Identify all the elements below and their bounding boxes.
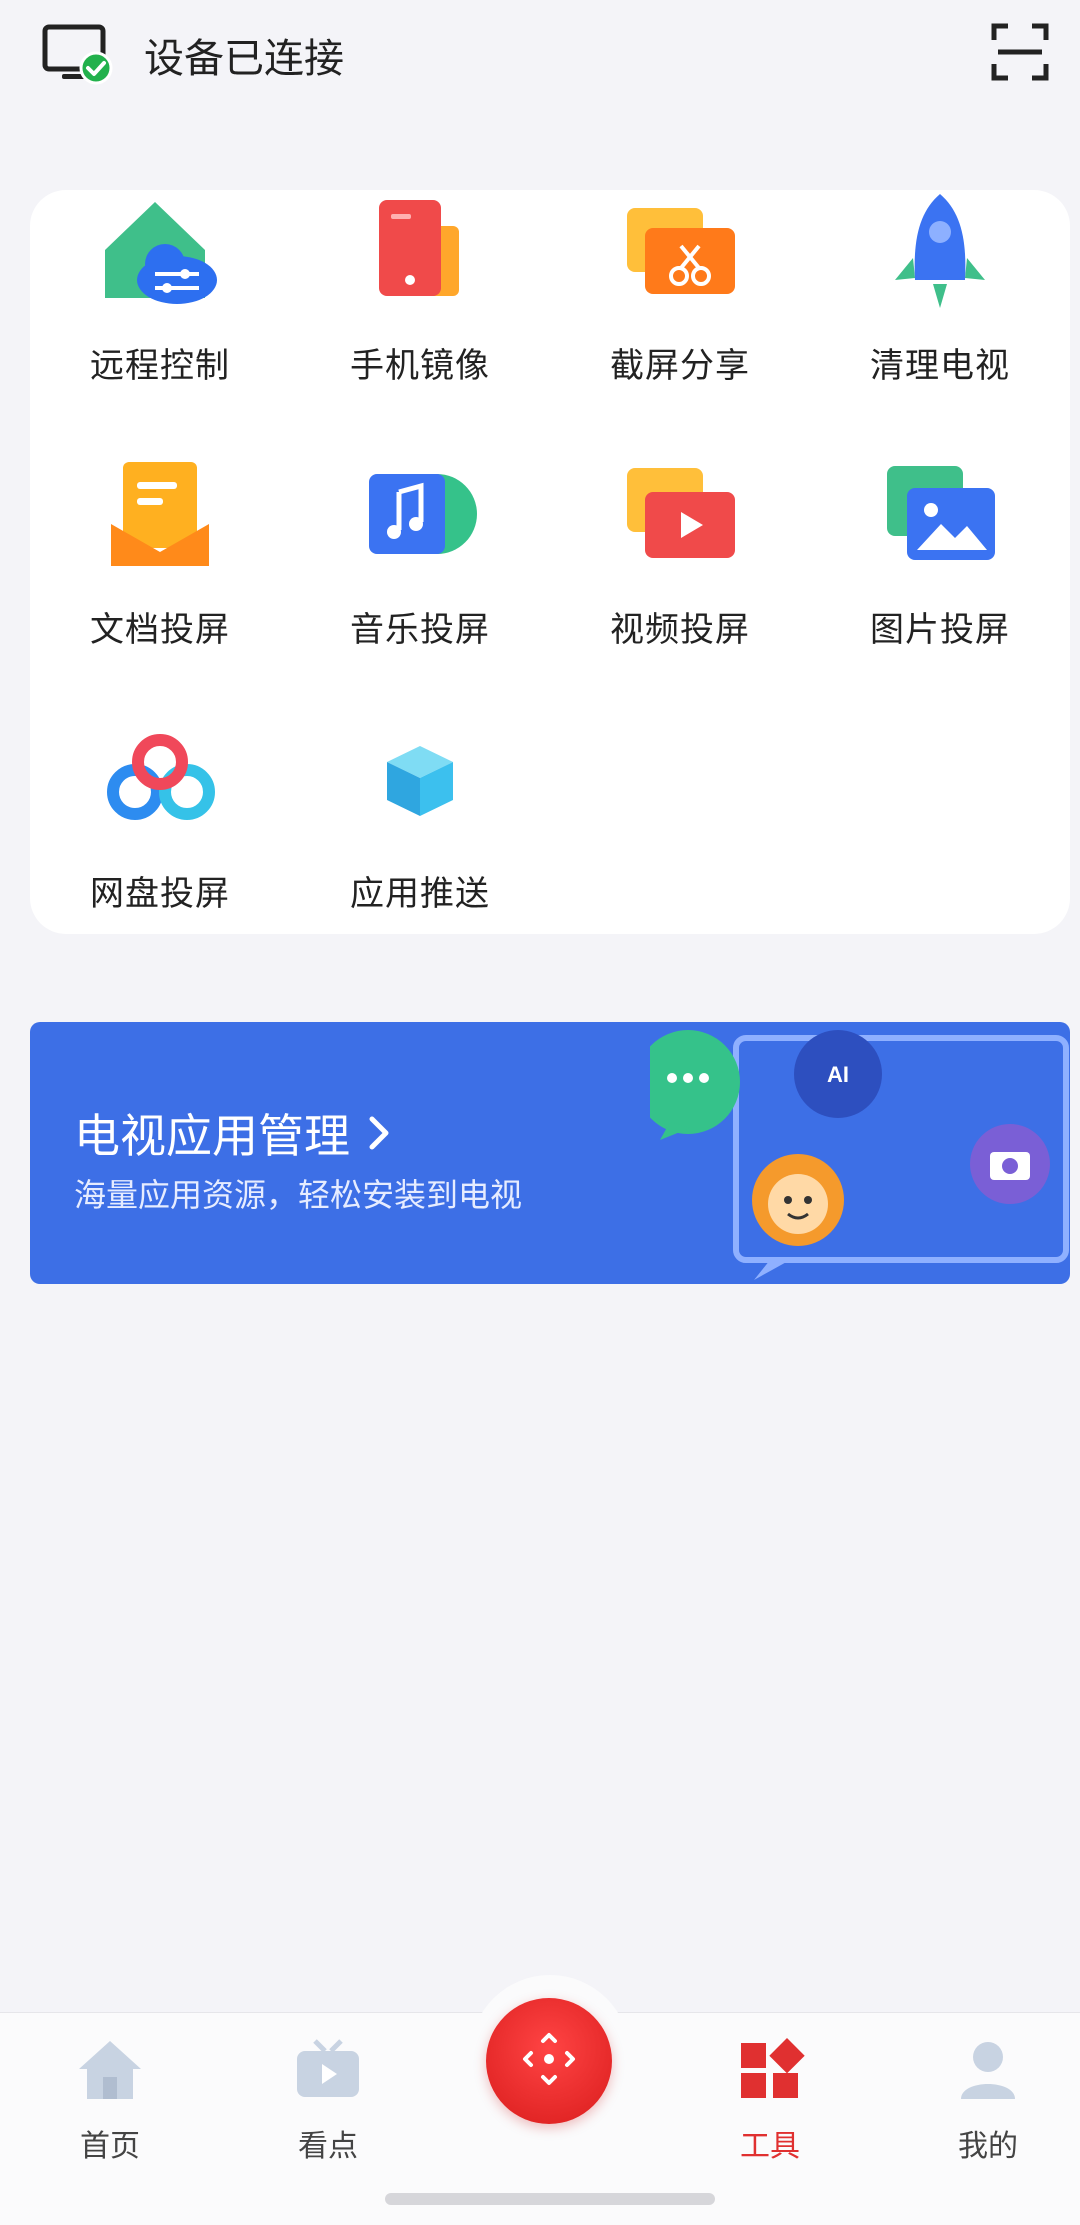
tv-connected-icon: [42, 24, 114, 86]
ai-label: AI: [827, 1062, 849, 1087]
nav-home[interactable]: 首页: [40, 2037, 180, 2165]
tools-grid: 远程控制 手机镜像 截屏分享 清理电视 文档投屏 音乐投屏 视频投屏 图片投屏 …: [30, 180, 1070, 972]
tool-phone-mirror[interactable]: 手机镜像: [290, 180, 550, 444]
tool-label: 清理电视: [870, 346, 1010, 386]
tool-screenshot-share[interactable]: 截屏分享: [550, 180, 810, 444]
connection-status[interactable]: 设备已连接: [42, 24, 344, 86]
banner-title-row: 电视应用管理: [74, 1100, 392, 1166]
banner-subtitle: 海量应用资源，轻松安装到电视: [74, 1176, 523, 1214]
remote-control-icon: [95, 188, 225, 318]
music-cast-icon: [355, 452, 485, 582]
tv-play-icon: [293, 2037, 363, 2107]
tool-label: 应用推送: [350, 874, 490, 914]
tools-icon: [735, 2037, 805, 2107]
nav-label: 我的: [958, 2129, 1018, 2164]
home-icon: [75, 2037, 145, 2107]
nav-watch[interactable]: 看点: [258, 2037, 398, 2165]
header: 设备已连接: [0, 0, 1080, 110]
scan-icon[interactable]: [990, 22, 1050, 82]
remote-dpad-icon: [519, 2029, 579, 2093]
tool-label: 文档投屏: [90, 610, 230, 650]
home-indicator[interactable]: [385, 2193, 715, 2205]
clean-tv-icon: [875, 188, 1005, 318]
tool-remote-control[interactable]: 远程控制: [30, 180, 290, 444]
banner-title: 电视应用管理: [74, 1109, 350, 1163]
tool-image-cast[interactable]: 图片投屏: [810, 444, 1070, 708]
tool-document-cast[interactable]: 文档投屏: [30, 444, 290, 708]
tool-label: 音乐投屏: [350, 610, 490, 650]
tv-app-management-banner[interactable]: 电视应用管理 海量应用资源，轻松安装到电视 AI: [30, 1022, 1070, 1284]
banner-illustration: AI: [636, 1022, 1070, 1284]
tool-app-push[interactable]: 应用推送: [290, 708, 550, 972]
remote-control-button[interactable]: [486, 1998, 612, 2124]
nav-label: 看点: [298, 2129, 358, 2164]
cloud-drive-cast-icon: [95, 716, 225, 846]
tool-label: 截屏分享: [610, 346, 750, 386]
nav-profile[interactable]: 我的: [918, 2037, 1058, 2165]
nav-label: 工具: [740, 2129, 800, 2164]
tool-label: 视频投屏: [610, 610, 750, 650]
tool-label: 远程控制: [90, 346, 230, 386]
tool-label: 图片投屏: [870, 610, 1010, 650]
tool-music-cast[interactable]: 音乐投屏: [290, 444, 550, 708]
chevron-right-icon: [366, 1113, 392, 1153]
connection-status-text: 设备已连接: [144, 36, 344, 82]
image-cast-icon: [875, 452, 1005, 582]
phone-mirror-icon: [355, 188, 485, 318]
tool-label: 网盘投屏: [90, 874, 230, 914]
app-push-icon: [355, 716, 485, 846]
document-cast-icon: [95, 452, 225, 582]
nav-label: 首页: [80, 2129, 140, 2164]
screenshot-share-icon: [615, 188, 745, 318]
profile-icon: [953, 2037, 1023, 2107]
nav-tools[interactable]: 工具: [700, 2037, 840, 2165]
tool-cloud-drive-cast[interactable]: 网盘投屏: [30, 708, 290, 972]
tool-label: 手机镜像: [350, 346, 490, 386]
tool-clean-tv[interactable]: 清理电视: [810, 180, 1070, 444]
tools-page: 设备已连接 远程控制 手机镜像 截屏分享 清理电视 文档投屏 音乐投屏 视频投屏…: [0, 0, 1080, 2225]
tool-video-cast[interactable]: 视频投屏: [550, 444, 810, 708]
video-cast-icon: [615, 452, 745, 582]
